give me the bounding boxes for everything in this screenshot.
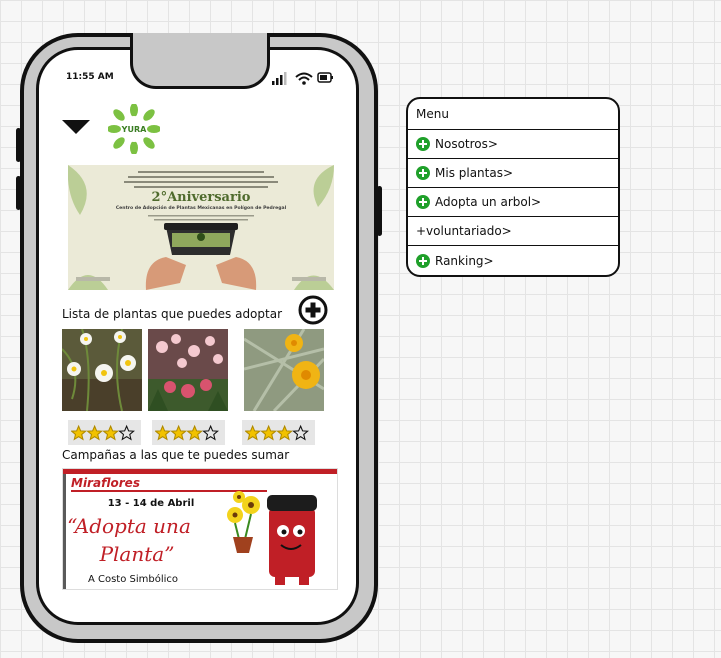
- menu-item-label: +voluntariado>: [416, 224, 512, 238]
- menu-item-adopta[interactable]: Adopta un arbol>: [408, 188, 618, 217]
- menu-item-nosotros[interactable]: Nosotros>: [408, 130, 618, 159]
- plant-photo-1[interactable]: [62, 329, 142, 411]
- campaigns-section-title: Campañas a las que te puedes sumar: [62, 448, 290, 462]
- menu-title: Menu: [408, 99, 618, 130]
- star-filled-icon: [86, 424, 103, 441]
- svg-text:2°Aniversario: 2°Aniversario: [152, 190, 251, 205]
- side-button-left-2: [16, 176, 21, 210]
- anniversary-banner[interactable]: 2°Aniversario Centro de Adopción de Plan…: [68, 165, 334, 290]
- plus-circle-icon: [416, 166, 430, 180]
- menu-item-label: Ranking>: [435, 253, 494, 268]
- plant-photo-3[interactable]: [244, 329, 324, 411]
- star-filled-icon: [170, 424, 187, 441]
- svg-text:Centro de Adopción de Plantas: Centro de Adopción de Plantas Mexicanas …: [116, 204, 287, 211]
- menu-item-ranking[interactable]: Ranking>: [408, 246, 618, 275]
- star-empty-icon: [118, 424, 135, 441]
- plus-circle-icon: [416, 137, 430, 151]
- add-plant-button[interactable]: [298, 295, 328, 325]
- svg-text:Planta”: Planta”: [99, 542, 175, 566]
- menu-toggle-button[interactable]: [62, 120, 90, 140]
- plus-circle-icon: [416, 253, 430, 268]
- menu-item-label: Nosotros>: [435, 137, 498, 151]
- caret-down-icon: [62, 120, 90, 134]
- star-filled-icon: [260, 424, 277, 441]
- side-button-right: [377, 186, 382, 236]
- phone-notch: [130, 33, 270, 89]
- menu-item-label: Mis plantas>: [435, 166, 514, 180]
- battery-icon: [317, 72, 333, 83]
- svg-text:YURA: YURA: [121, 125, 147, 134]
- plus-circle-icon: [416, 195, 430, 209]
- star-empty-icon: [202, 424, 219, 441]
- signal-icon: [272, 72, 287, 85]
- star-filled-icon: [102, 424, 119, 441]
- menu-item-label: Adopta un arbol>: [435, 195, 542, 209]
- side-button-left: [16, 128, 21, 162]
- plant-rating-1: [68, 420, 141, 445]
- plus-circle-icon: [298, 295, 328, 325]
- yura-logo: YURA: [107, 103, 161, 155]
- star-filled-icon: [276, 424, 293, 441]
- star-filled-icon: [71, 424, 87, 441]
- star-empty-icon: [292, 424, 309, 441]
- plants-section-title: Lista de plantas que puedes adoptar: [62, 307, 283, 321]
- star-filled-icon: [155, 424, 171, 441]
- plant-rating-3: [242, 420, 315, 445]
- svg-text:Miraflores: Miraflores: [71, 476, 140, 490]
- star-filled-icon: [245, 424, 261, 441]
- svg-text:“Adopta una: “Adopta una: [67, 514, 191, 538]
- svg-text:13 - 14 de Abril: 13 - 14 de Abril: [108, 498, 195, 509]
- menu-item-voluntariado[interactable]: +voluntariado>: [408, 217, 618, 246]
- status-time: 11:55 AM: [66, 72, 114, 82]
- side-menu: Menu Nosotros> Mis plantas> Adopta un ar…: [406, 97, 620, 277]
- menu-item-mis-plantas[interactable]: Mis plantas>: [408, 159, 618, 188]
- plant-rating-2: [152, 420, 225, 445]
- plant-photo-2[interactable]: [148, 329, 228, 411]
- svg-text:A Costo Simbólico: A Costo Simbólico: [88, 573, 178, 585]
- wifi-icon: [295, 72, 313, 85]
- star-filled-icon: [186, 424, 203, 441]
- campaign-banner[interactable]: Miraflores 13 - 14 de Abril “Adopta una …: [62, 468, 338, 590]
- status-icons: [272, 70, 336, 85]
